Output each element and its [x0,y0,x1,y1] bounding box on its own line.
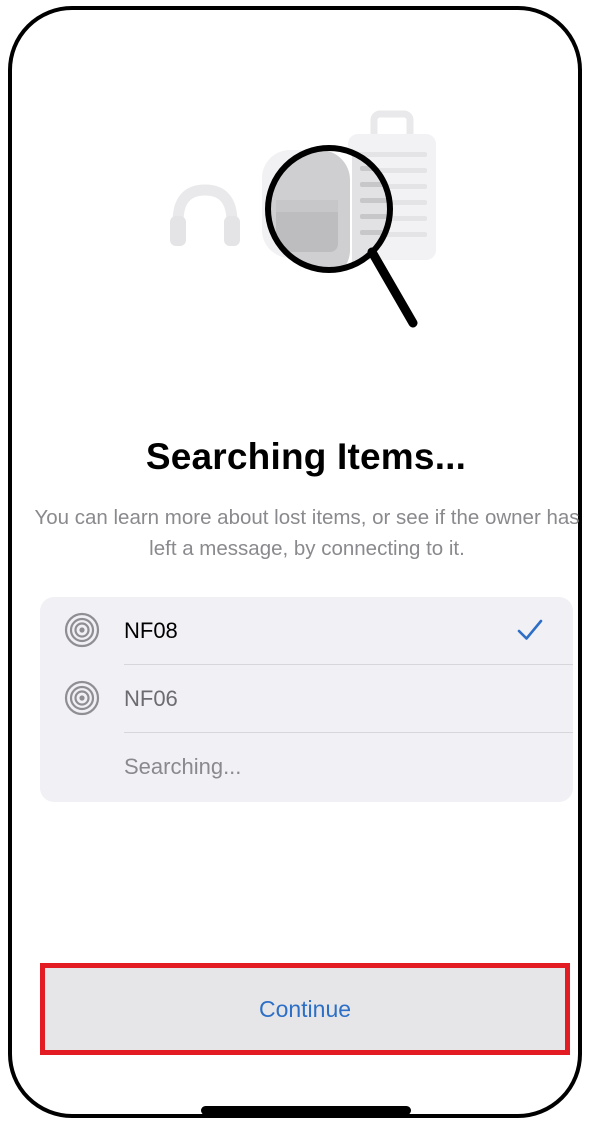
page-description: You can learn more about lost items, or … [34,506,580,560]
list-item-nf08[interactable]: NF08 [40,597,573,664]
item-name: NF06 [124,686,178,711]
searching-status: Searching... [124,754,242,779]
item-list: NF08 NF06 Searching... [40,597,573,802]
lost-items-illustration [170,110,436,328]
page-title: Searching Items... [145,436,467,477]
item-name: NF08 [124,618,178,643]
continue-button[interactable]: Continue [45,968,565,1050]
headphones-icon [170,184,240,246]
home-indicator[interactable] [201,1106,411,1115]
radar-icon [64,680,100,716]
list-item-nf06[interactable]: NF06 [40,665,573,732]
radar-icon [64,612,100,648]
checkmark-icon [517,619,543,640]
